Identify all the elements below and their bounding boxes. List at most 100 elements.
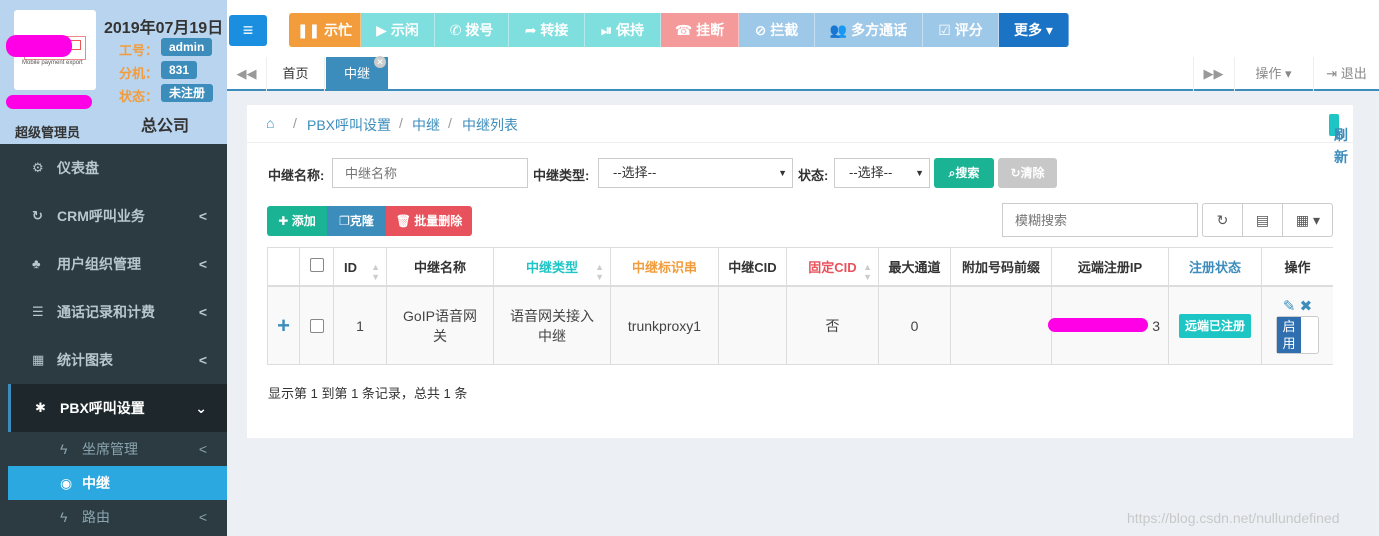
redaction-mark (1048, 318, 1148, 332)
hangup-button[interactable]: ☎ 挂断 (661, 13, 739, 47)
table-header-id[interactable]: ID ▲ ▼ (334, 248, 387, 287)
sidebar-subitem-agents[interactable]: ϟ 坐席管理 < (8, 432, 227, 466)
chevron-left-icon: < (198, 304, 207, 320)
home-icon[interactable]: ⌂ (266, 115, 274, 131)
add-button[interactable]: ✚ 添加 (267, 206, 327, 236)
table-cell-select[interactable] (300, 287, 334, 364)
enable-toggle[interactable]: 启用 (1276, 315, 1319, 354)
table-header-fixed-cid[interactable]: 固定CID ▲ ▼ (787, 248, 879, 287)
expand-row-icon[interactable]: + (268, 287, 300, 364)
sidebar-item-stats[interactable]: ▦ 统计图表 < (8, 336, 227, 384)
button-label: 多方通话 (851, 22, 908, 38)
sidebar-item-label: 坐席管理 (82, 441, 138, 457)
users-icon: 👥 (829, 22, 848, 38)
idle-button[interactable]: ▶ 示闲 (361, 13, 435, 47)
sidebar-item-label: 用户组织管理 (57, 256, 141, 272)
copy-icon: ❐ (339, 214, 350, 228)
select-all-checkbox[interactable] (309, 258, 324, 272)
intercept-button[interactable]: ⊘ 拦截 (739, 13, 815, 47)
ext-badge: 831 (161, 61, 198, 79)
conference-button[interactable]: 👥 多方通话 (815, 13, 923, 47)
sidebar-item-crm[interactable]: ↻ CRM呼叫业务 < (8, 192, 227, 240)
plus-icon: ✚ (278, 214, 289, 228)
sidebar-subitem-trunk[interactable]: ◉ 中继 (8, 466, 227, 500)
trunk-name-input[interactable] (332, 158, 528, 188)
watermark: https://blog.csdn.net/nullundefined (1127, 510, 1340, 526)
logout-button[interactable]: ⇥ 退出 (1313, 57, 1379, 91)
tab-trunk[interactable]: 中继 ✕ (326, 56, 388, 91)
status-filter-label: 状态: (798, 168, 829, 183)
fuzzy-search-input[interactable] (1002, 203, 1198, 237)
header-label: 中继类型 (525, 260, 578, 275)
sidebar-item-dashboard[interactable]: ⚙ 仪表盘 (8, 144, 227, 192)
header-label: 固定CID (808, 260, 857, 275)
table-header-identifier: 中继标识串 (611, 248, 719, 287)
table-cell-reg-status: 远端已注册 (1169, 287, 1262, 364)
refresh-table-button[interactable]: ↻ (1203, 204, 1243, 236)
current-date: 2019年07月19日 (104, 20, 224, 37)
table-header-type[interactable]: 中继类型 ▲ ▼ (494, 248, 611, 287)
close-icon[interactable]: ✕ (374, 56, 386, 68)
select-value: --选择-- (849, 165, 893, 180)
table-header-select[interactable] (300, 248, 334, 287)
edit-icon[interactable]: ✎ (1283, 298, 1296, 315)
refresh-button[interactable]: ↻ 刷新 (1329, 114, 1348, 165)
table-header-reg-status: 注册状态 (1169, 248, 1262, 287)
asterisk-icon: ✱ (35, 400, 46, 415)
columns-dropdown[interactable]: ▦ ▾ (1283, 204, 1333, 236)
sort-icon: ▲ ▼ (863, 262, 872, 282)
table-cell-type: 语音网关接入中继 (494, 287, 611, 364)
status-label: 状态： (119, 89, 159, 104)
hold-button[interactable]: ⏯ 保持 (585, 13, 661, 47)
tab-operations-dropdown[interactable]: 操作 ▾ (1234, 57, 1312, 91)
sidebar-item-pbx[interactable]: ✱ PBX呼叫设置 ⌄ (8, 384, 227, 432)
dial-button[interactable]: ✆ 拨号 (435, 13, 509, 47)
clone-button[interactable]: ❐克隆 (327, 206, 386, 236)
toggle-view-button[interactable]: ▤ (1243, 204, 1283, 236)
app: Mobile payment export 2019年07月19日 工号： ad… (0, 0, 1379, 536)
breadcrumb-item[interactable]: PBX呼叫设置 (307, 115, 391, 135)
rate-button[interactable]: ☑ 评分 (923, 13, 999, 47)
table-tools: ↻ ▤ ▦ ▾ (1202, 203, 1333, 237)
table-header-expand (268, 248, 300, 287)
busy-button[interactable]: ❚❚ 示忙 (289, 13, 361, 47)
trunk-type-label: 中继类型: (533, 168, 590, 183)
caret-down-icon: ▼ (778, 168, 787, 178)
clear-button[interactable]: ↻清除 (998, 158, 1057, 188)
button-label: 拦截 (770, 22, 799, 38)
delete-icon[interactable]: ✖ (1300, 298, 1313, 315)
sidebar-item-label: 中继 (82, 475, 110, 491)
refresh-label: 刷新 (1334, 127, 1348, 165)
table-header-cid: 中继CID (719, 248, 787, 287)
batch-delete-button[interactable]: 🗑 批量删除 (386, 206, 472, 236)
tab-scroll-right-button[interactable]: ▶▶ (1193, 57, 1233, 91)
status-badge: 未注册 (161, 84, 214, 102)
crm-icon: ↻ (32, 208, 43, 223)
table-cell-identifier: trunkproxy1 (611, 287, 719, 364)
clone-label: 克隆 (349, 214, 374, 228)
chevron-left-icon: < (198, 256, 207, 272)
search-button[interactable]: ⌕搜索 (934, 158, 994, 188)
sidebar-subitem-route[interactable]: ϟ 路由 < (8, 500, 227, 534)
row-checkbox[interactable] (309, 318, 324, 333)
table-cell-fixed-cid: 否 (787, 287, 879, 364)
breadcrumb: ⌂ / PBX呼叫设置 / 中继 / 中继列表 ↻ 刷新 (247, 105, 1353, 165)
button-label: 示闲 (390, 22, 419, 38)
breadcrumb-separator: / (293, 115, 297, 131)
breadcrumb-item[interactable]: 中继 (412, 115, 440, 135)
more-dropdown[interactable]: 更多 ▾ (999, 13, 1069, 47)
table-cell-max-channels: 0 (879, 287, 951, 364)
ext-label: 分机： (119, 66, 159, 81)
transfer-button[interactable]: ➦ 转接 (509, 13, 585, 47)
sidebar-item-org[interactable]: ♣ 用户组织管理 < (8, 240, 227, 288)
chevron-left-icon: < (198, 441, 207, 457)
menu-toggle-button[interactable]: ≡ (229, 15, 267, 46)
trunk-type-select[interactable]: --选择-- ▼ (598, 158, 793, 188)
worknum-badge: admin (161, 38, 213, 56)
tab-home[interactable]: 首页 (267, 57, 325, 91)
sidebar-item-calls[interactable]: ☰ 通话记录和计费 < (8, 288, 227, 336)
redaction-mark (6, 35, 72, 57)
clear-label: 清除 (1020, 166, 1045, 180)
tab-scroll-left-button[interactable]: ◀◀ (227, 57, 267, 91)
status-select[interactable]: --选择-- ▼ (834, 158, 930, 188)
